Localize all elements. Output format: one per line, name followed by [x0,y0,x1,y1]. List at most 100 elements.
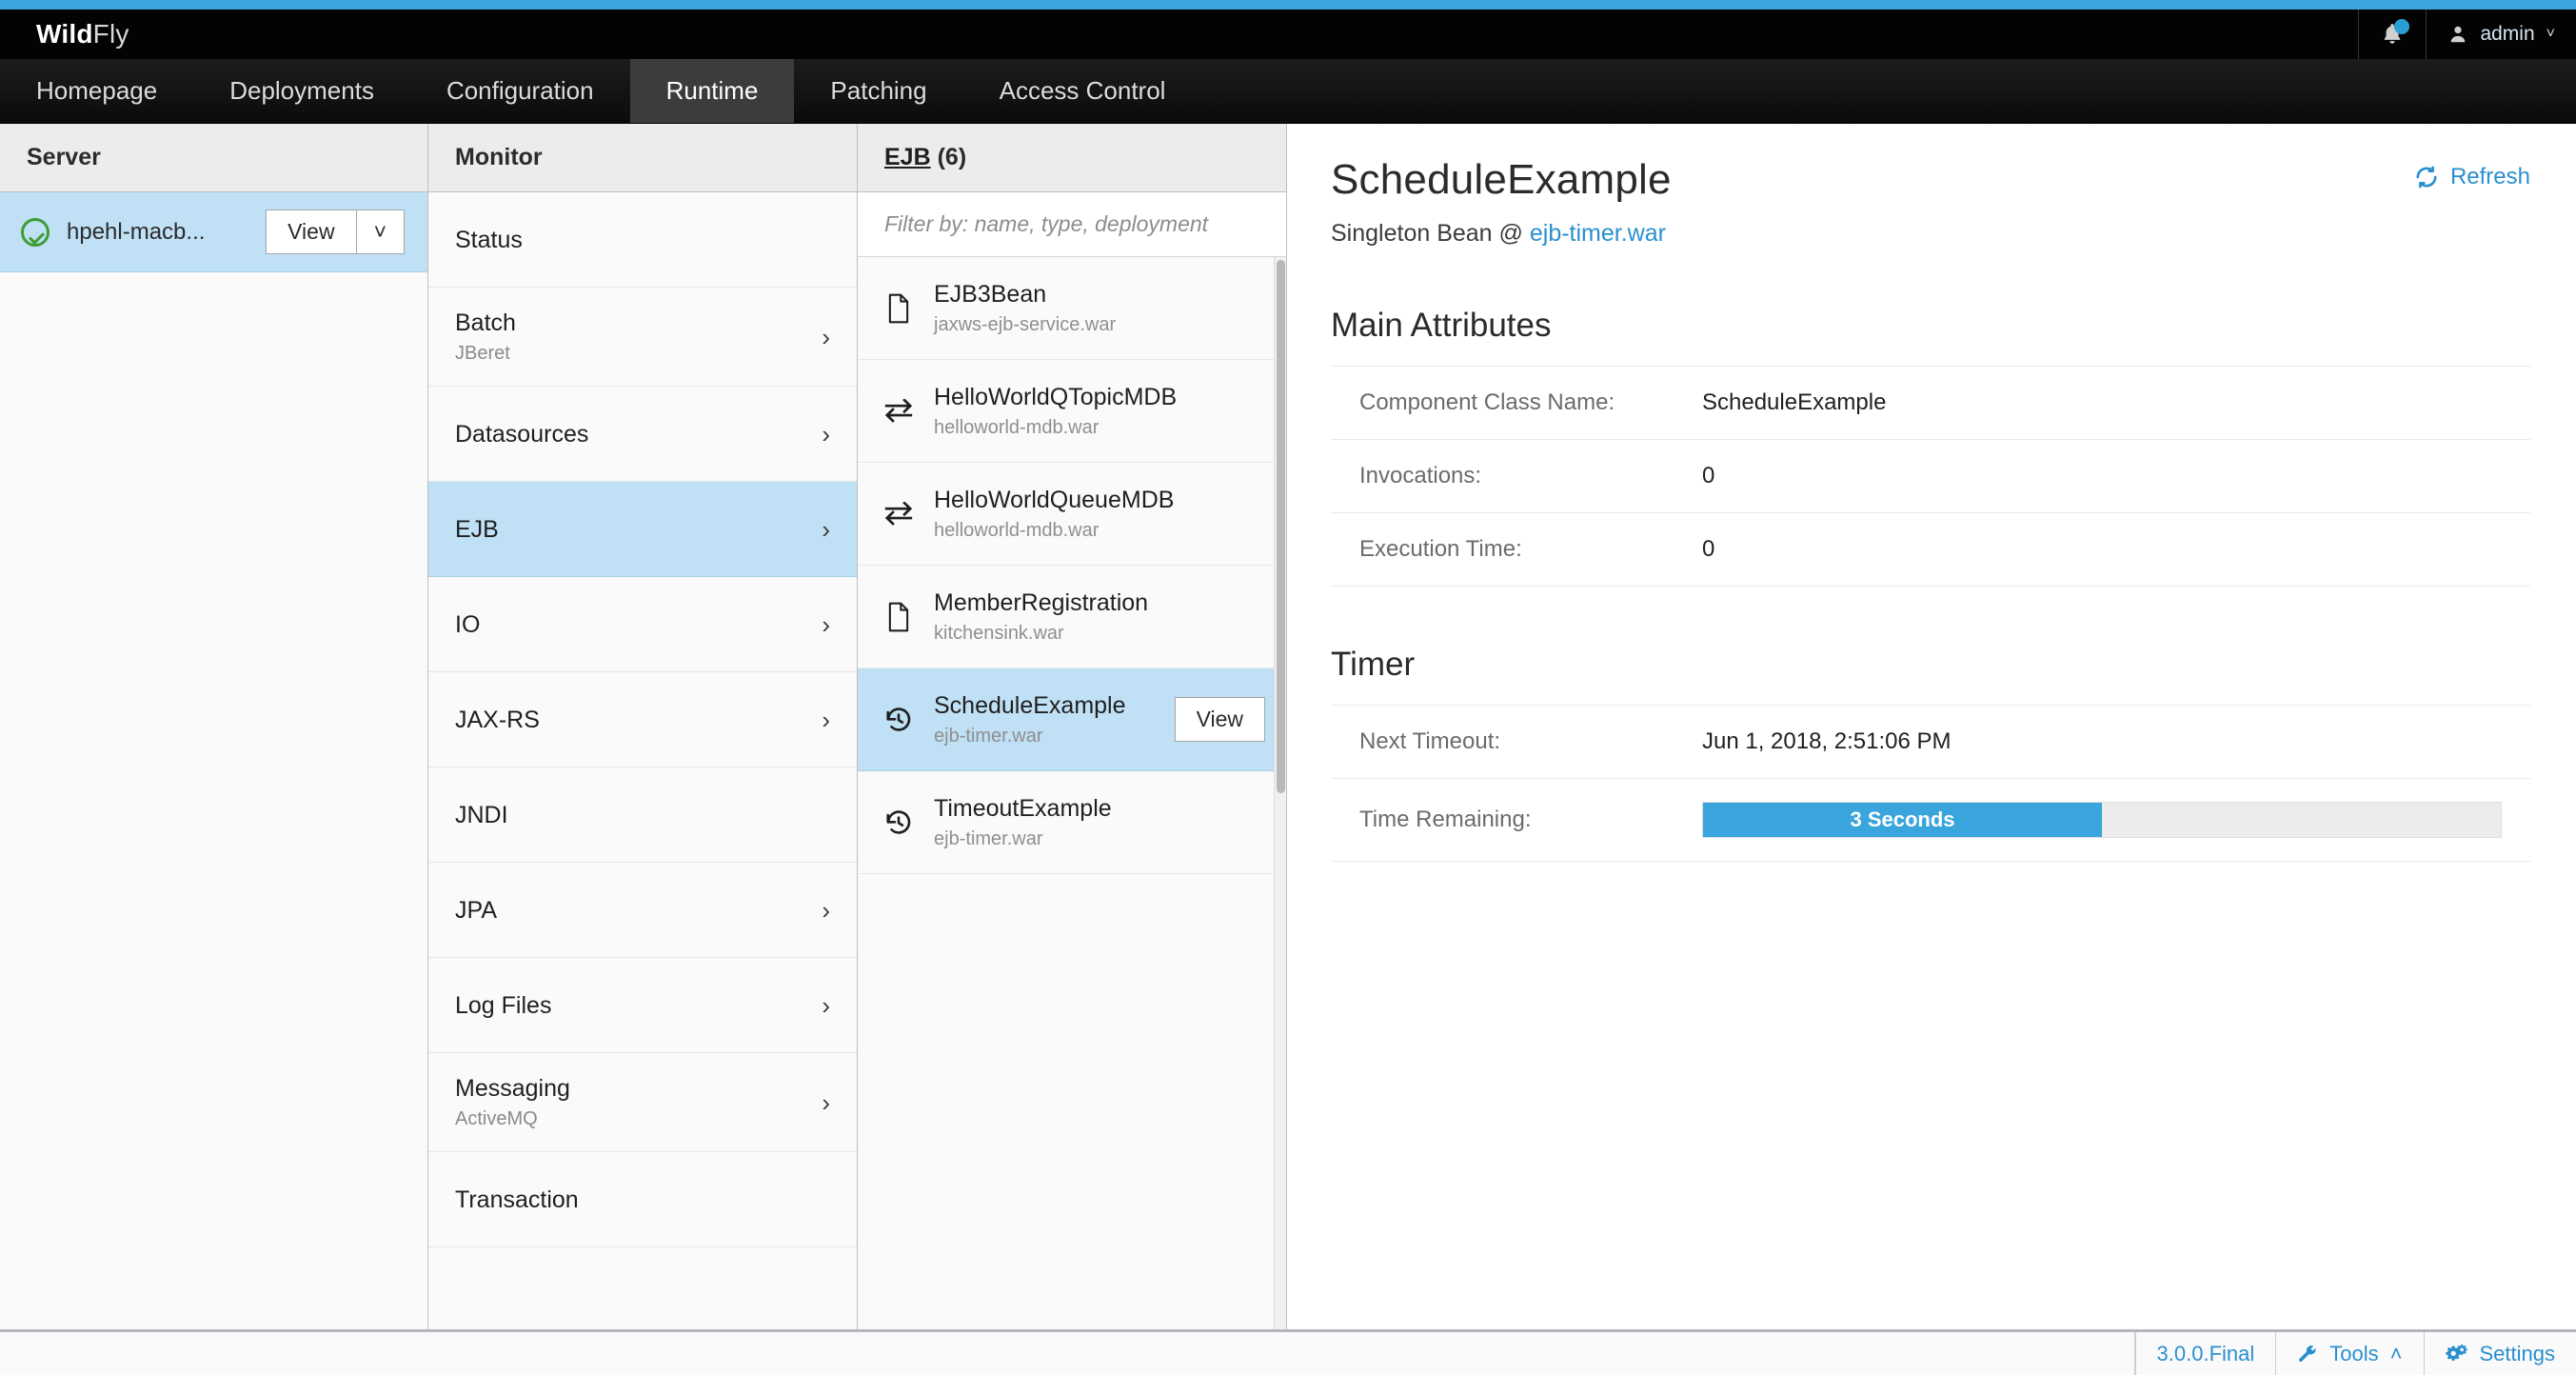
ejb-item-deployment: ejb-timer.war [934,726,1043,747]
version-label[interactable]: 3.0.0.Final [2134,1332,2276,1375]
nav-item-runtime[interactable]: Runtime [629,59,795,123]
monitor-item-label: Batch [455,309,516,336]
page-title: ScheduleExample [1331,156,1672,203]
ejb-item-texts: ScheduleExample ejb-timer.war [934,691,1156,747]
attribute-value: 0 [1702,535,1715,562]
progress-fill-label: 3 Seconds [1703,802,2102,837]
ejb-list-item[interactable]: MemberRegistration kitchensink.war [858,566,1286,668]
monitor-item-transaction[interactable]: Transaction [428,1152,857,1247]
server-column-header: Server [0,124,427,192]
chevron-right-icon: › [822,895,830,925]
attribute-value: 0 [1702,462,1715,488]
notifications-button[interactable] [2358,10,2426,59]
ejb-list-item[interactable]: ScheduleExample ejb-timer.war View [858,668,1286,771]
tools-label: Tools [2329,1341,2379,1365]
ejb-column: EJB (6) EJB3Bean jaxws-ejb-service.war Hel… [858,124,1287,1329]
ejb-list-body: EJB3Bean jaxws-ejb-service.war HelloWorldQ… [858,257,1286,1329]
attribute-label: Execution Time: [1359,535,1522,562]
nav-item-patching[interactable]: Patching [794,59,962,123]
ejb-list-scrollbar[interactable] [1274,257,1286,1329]
workspace: Server hpehl-macb... View ˅ Monitor Status… [0,124,2576,1329]
table-row: Next Timeout: Jun 1, 2018, 2:51:06 PM [1331,705,2530,778]
nav-item-deployments[interactable]: Deployments [193,59,410,123]
monitor-item-status[interactable]: Status [428,192,857,288]
settings-button[interactable]: Settings [2423,1332,2576,1375]
ejb-item-texts: MemberRegistration kitchensink.war [934,588,1265,645]
history-icon [882,808,915,837]
refresh-button[interactable]: Refresh [2414,156,2530,190]
monitor-item-io[interactable]: IO › [428,577,857,672]
attribute-table: Component Class Name: ScheduleExample Invo… [1331,366,2530,587]
monitor-item-texts: Batch JBeret [455,309,810,365]
ejb-list-item[interactable]: HelloWorldQTopicMDB helloworld-mdb.war [858,360,1286,463]
bell-icon [2380,19,2410,48]
attribute-value: ScheduleExample [1702,389,1887,415]
table-row: Component Class Name: ScheduleExample [1331,366,2530,439]
detail-inner: ScheduleExample Singleton Bean @ ejb-tim… [1287,124,2576,862]
user-icon [2447,23,2468,46]
ejb-list-item[interactable]: EJB3Bean jaxws-ejb-service.war [858,257,1286,360]
app-logo[interactable]: WildFly [0,19,129,50]
monitor-item-texts: Transaction [455,1186,830,1214]
monitor-item-ejb[interactable]: EJB › [428,482,857,577]
ejb-view-button[interactable]: View [1174,697,1265,742]
ejb-item-name: MemberRegistration [934,589,1149,616]
deployment-link[interactable]: ejb-timer.war [1530,220,1666,247]
monitor-item-jpa[interactable]: JPA › [428,863,857,958]
view-button[interactable]: View [266,209,357,254]
user-menu[interactable]: admin ˅ [2426,10,2576,59]
ejb-column-header: EJB (6) [858,124,1286,192]
monitor-item-messaging[interactable]: Messaging ActiveMQ › [428,1053,857,1152]
scrollbar-thumb[interactable] [1277,260,1285,793]
monitor-item-texts: Datasources [455,420,810,448]
nav-item-label: Patching [830,76,927,105]
tools-button[interactable]: Tools ˄ [2275,1332,2423,1375]
nav-item-label: Runtime [665,76,759,105]
chevron-right-icon: › [822,990,830,1020]
monitor-item-batch[interactable]: Batch JBeret › [428,288,857,387]
monitor-item-label: Log Files [455,991,552,1019]
monitor-item-label: IO [455,610,481,638]
ejb-filter-wrap [858,192,1286,257]
ejb-list-item[interactable]: HelloWorldQueueMDB helloworld-mdb.war [858,463,1286,566]
server-dropdown-button[interactable]: ˅ [356,209,405,254]
attribute-value: 3 Seconds [1702,778,2530,861]
brand-light: Fly [92,19,129,49]
attribute-table: Next Timeout: Jun 1, 2018, 2:51:06 PM Time… [1331,705,2530,862]
detail-heading-block: ScheduleExample Singleton Bean @ ejb-tim… [1331,156,2414,248]
monitor-item-texts: Log Files [455,991,810,1020]
detail-sections: Main Attributes Component Class Name: Sche… [1331,307,2530,862]
monitor-item-texts: IO [455,610,810,639]
gears-icon [2445,1344,2468,1365]
nav-item-label: Deployments [229,76,374,105]
ejb-item-name: HelloWorldQueueMDB [934,487,1175,513]
monitor-column: Monitor Status Batch JBeret › Datasources › EJ… [428,124,858,1329]
time-remaining-progress: 3 Seconds [1702,801,2502,838]
nav-item-configuration[interactable]: Configuration [410,59,630,123]
detail-subtitle: Singleton Bean @ ejb-timer.war [1331,220,2414,248]
monitor-item-texts: JPA [455,896,810,925]
monitor-column-header: Monitor [428,124,857,192]
ejb-item-texts: HelloWorldQueueMDB helloworld-mdb.war [934,486,1265,542]
monitor-item-jndi[interactable]: JNDI [428,767,857,863]
check-circle-icon [21,217,50,247]
monitor-item-log-files[interactable]: Log Files › [428,958,857,1053]
monitor-item-jax-rs[interactable]: JAX-RS › [428,672,857,767]
server-row[interactable]: hpehl-macb... View ˅ [0,192,427,272]
nav-item-label: Configuration [446,76,594,105]
history-icon [882,706,915,734]
section-title: Main Attributes [1331,306,1552,344]
detail-subtitle-prefix: Singleton Bean @ [1331,219,1530,247]
document-icon [882,293,915,324]
ejb-breadcrumb-link[interactable]: EJB [884,144,931,171]
nav-item-access-control[interactable]: Access Control [963,59,1202,123]
monitor-item-label: Messaging [455,1075,570,1102]
nav-item-homepage[interactable]: Homepage [0,59,193,123]
ejb-list-item[interactable]: TimeoutExample ejb-timer.war [858,771,1286,874]
ejb-filter-input[interactable] [858,192,1286,256]
table-row: Invocations: 0 [1331,439,2530,512]
footer-spacer [0,1332,2135,1375]
settings-label: Settings [2479,1341,2556,1365]
chevron-right-icon: › [822,419,830,448]
monitor-item-datasources[interactable]: Datasources › [428,387,857,482]
